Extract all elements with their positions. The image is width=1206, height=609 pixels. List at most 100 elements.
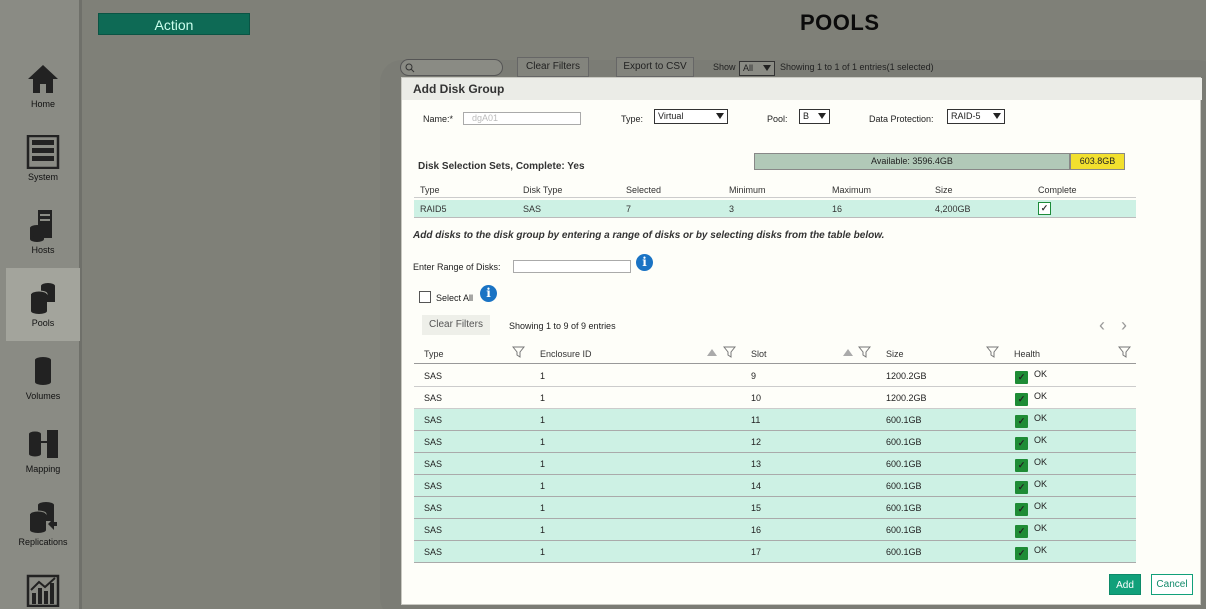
sidebar-item-label: System bbox=[27, 172, 58, 182]
sidebar-item-replications[interactable]: Replications bbox=[6, 500, 80, 572]
sets-cell-minimum: 3 bbox=[729, 204, 735, 214]
range-info-icon[interactable]: i bbox=[636, 254, 653, 271]
chevron-right-icon[interactable]: › bbox=[1121, 316, 1127, 334]
column-header-health[interactable]: Health bbox=[1014, 349, 1040, 359]
sort-up-icon[interactable] bbox=[843, 349, 853, 356]
sets-header-disk-type: Disk Type bbox=[523, 185, 563, 195]
select-all-checkbox[interactable] bbox=[419, 291, 431, 303]
filter-icon[interactable] bbox=[1118, 346, 1131, 358]
cell-type: SAS bbox=[424, 547, 443, 557]
export-csv-button[interactable]: Export to CSV bbox=[616, 57, 694, 77]
cell-type: SAS bbox=[424, 415, 443, 425]
cell-enclosure: 1 bbox=[540, 371, 546, 381]
page-title: POOLS bbox=[800, 10, 880, 35]
cell-size: 600.1GB bbox=[886, 415, 922, 425]
filter-icon[interactable] bbox=[986, 346, 999, 358]
background-clear-filters-button[interactable]: Clear Filters bbox=[517, 57, 589, 77]
cell-health: OK bbox=[1034, 391, 1048, 401]
sort-up-icon[interactable] bbox=[707, 349, 717, 356]
available-capacity-bar: Available: 3596.4GB bbox=[754, 153, 1070, 170]
name-field[interactable]: dgA01 bbox=[463, 112, 581, 125]
data-protection-select-value: RAID-5 bbox=[951, 111, 981, 121]
cell-enclosure: 1 bbox=[540, 547, 546, 557]
cell-type: SAS bbox=[424, 503, 443, 513]
cell-size: 600.1GB bbox=[886, 525, 922, 535]
cell-slot: 15 bbox=[751, 503, 762, 513]
type-select[interactable]: Virtual bbox=[654, 109, 728, 124]
show-select-value: All bbox=[743, 63, 754, 73]
cell-enclosure: 1 bbox=[540, 459, 546, 469]
background-search-input[interactable] bbox=[400, 59, 503, 76]
range-input[interactable] bbox=[513, 260, 631, 273]
action-button[interactable]: Action bbox=[98, 13, 250, 35]
column-header-type[interactable]: Type bbox=[424, 349, 444, 359]
table-row[interactable]: SAS 1 9 1200.2GB ✓ OK bbox=[414, 365, 1136, 387]
name-label: Name:* bbox=[423, 114, 454, 124]
show-label: Show bbox=[713, 62, 736, 72]
table-row[interactable]: SAS 1 17 600.1GB ✓ OK bbox=[414, 541, 1136, 563]
mapping-icon bbox=[29, 430, 58, 458]
table-row[interactable]: SAS 1 11 600.1GB ✓ OK bbox=[414, 409, 1136, 431]
cell-enclosure: 1 bbox=[540, 481, 546, 491]
add-button[interactable]: Add bbox=[1109, 574, 1141, 595]
cell-slot: 11 bbox=[751, 415, 761, 425]
table-row[interactable]: SAS 1 16 600.1GB ✓ OK bbox=[414, 519, 1136, 541]
cell-enclosure: 1 bbox=[540, 415, 546, 425]
filter-icon[interactable] bbox=[858, 346, 871, 358]
sidebar-item-volumes[interactable]: Volumes bbox=[6, 354, 80, 426]
data-protection-select[interactable]: RAID-5 bbox=[947, 109, 1005, 124]
search-icon bbox=[405, 63, 415, 73]
sidebar-item-home[interactable]: Home bbox=[6, 62, 80, 134]
table-row[interactable]: SAS 1 13 600.1GB ✓ OK bbox=[414, 453, 1136, 475]
cell-health: OK bbox=[1034, 413, 1048, 423]
cell-slot: 9 bbox=[751, 371, 757, 381]
pools-icon bbox=[30, 283, 55, 314]
clear-filters-button[interactable]: Clear Filters bbox=[422, 315, 490, 335]
filter-icon[interactable] bbox=[512, 346, 525, 358]
add-disk-group-dialog: Add Disk Group Name:* dgA01 Type: Virtua… bbox=[401, 77, 1202, 605]
pool-select[interactable]: B bbox=[799, 109, 830, 124]
sidebar-item-mapping[interactable]: Mapping bbox=[6, 427, 80, 499]
type-select-value: Virtual bbox=[658, 111, 684, 121]
cell-slot: 14 bbox=[751, 481, 762, 491]
health-ok-icon: ✓ bbox=[1015, 415, 1028, 428]
range-label: Enter Range of Disks: bbox=[413, 262, 501, 272]
sidebar-item-performance[interactable] bbox=[6, 573, 80, 609]
data-protection-label: Data Protection: bbox=[869, 114, 934, 124]
sidebar-item-label: Replications bbox=[18, 537, 68, 547]
background-entries-text: Showing 1 to 1 of 1 entries(1 selected) bbox=[780, 62, 934, 72]
sets-table-header: Type Disk Type Selected Minimum Maximum … bbox=[414, 184, 1136, 198]
sets-header-selected: Selected bbox=[626, 185, 662, 195]
sidebar-item-pools[interactable]: Pools bbox=[6, 268, 80, 341]
performance-icon bbox=[26, 574, 60, 607]
column-header-size[interactable]: Size bbox=[886, 349, 904, 359]
cancel-button[interactable]: Cancel bbox=[1151, 574, 1193, 595]
complete-check-icon: ✓ bbox=[1038, 202, 1051, 215]
column-header-enclosure-id[interactable]: Enclosure ID bbox=[540, 349, 592, 359]
table-row[interactable]: SAS 1 12 600.1GB ✓ OK bbox=[414, 431, 1136, 453]
show-select[interactable]: All bbox=[739, 61, 775, 76]
sets-cell-disk-type: SAS bbox=[523, 204, 542, 214]
table-row[interactable]: SAS 1 15 600.1GB ✓ OK bbox=[414, 497, 1136, 519]
sidebar-item-system[interactable]: System bbox=[6, 135, 80, 207]
select-all-info-icon[interactable]: i bbox=[480, 285, 497, 302]
cell-health: OK bbox=[1034, 479, 1048, 489]
cell-size: 1200.2GB bbox=[886, 371, 927, 381]
table-row[interactable]: SAS 1 14 600.1GB ✓ OK bbox=[414, 475, 1136, 497]
filter-icon[interactable] bbox=[723, 346, 736, 358]
cell-health: OK bbox=[1034, 501, 1048, 511]
chevron-left-icon[interactable]: ‹ bbox=[1099, 316, 1105, 334]
disks-table-header: Type Enclosure ID Slot Size Health bbox=[414, 344, 1136, 364]
cell-slot: 10 bbox=[751, 393, 762, 403]
select-all-label: Select All bbox=[436, 293, 474, 303]
sets-header-maximum: Maximum bbox=[832, 185, 872, 195]
sidebar-item-label: Hosts bbox=[31, 245, 55, 255]
cell-type: SAS bbox=[424, 437, 443, 447]
cell-type: SAS bbox=[424, 481, 443, 491]
system-icon bbox=[26, 135, 60, 169]
cell-type: SAS bbox=[424, 371, 443, 381]
table-row[interactable]: SAS 1 10 1200.2GB ✓ OK bbox=[414, 387, 1136, 409]
column-header-slot[interactable]: Slot bbox=[751, 349, 767, 359]
sets-table-row[interactable]: RAID5 SAS 7 3 16 4,200GB ✓ bbox=[414, 200, 1136, 218]
showing-entries-text: Showing 1 to 9 of 9 entries bbox=[509, 321, 616, 331]
